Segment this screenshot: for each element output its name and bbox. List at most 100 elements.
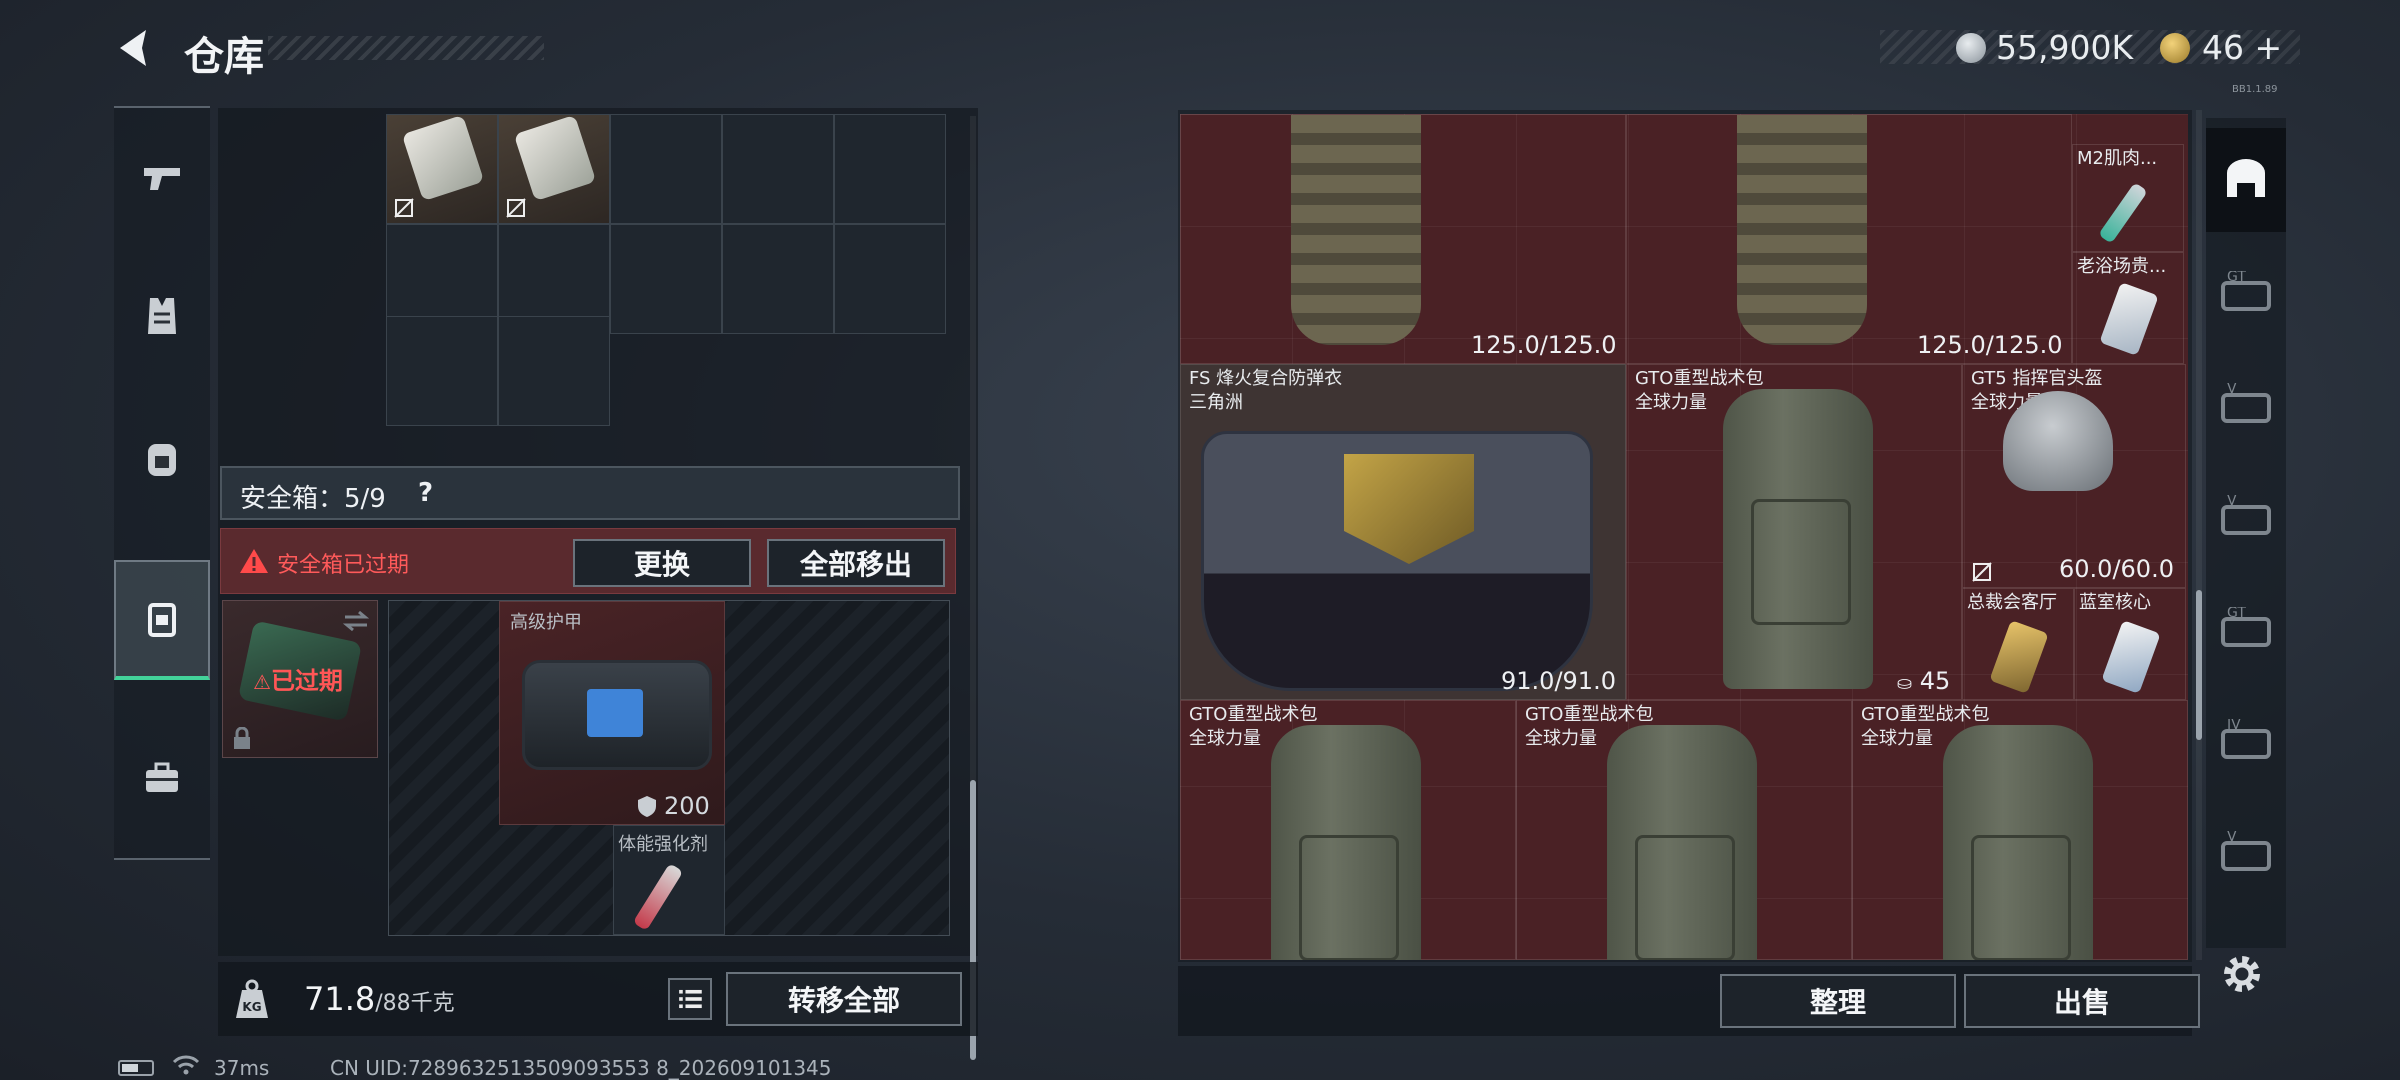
category-weapons[interactable] [114, 118, 210, 238]
stash-grid [218, 108, 968, 468]
svg-text:IV: IV [2227, 719, 2241, 733]
item-image [1989, 620, 2049, 694]
list-icon [679, 989, 702, 1009]
container-item-gt5-helmet[interactable]: GT5 指挥官头盔 全球力量 60.0/60.0 [1962, 364, 2186, 588]
container-item-fs-armor[interactable]: FS 烽火复合防弹衣 三角洲 91.0/91.0 [1180, 364, 1626, 700]
container-scrollbar-track[interactable] [2196, 110, 2202, 960]
stash-slot[interactable] [386, 316, 498, 426]
stash-slot-item[interactable] [498, 114, 610, 224]
stash-slot[interactable] [722, 224, 834, 334]
svg-text:V: V [2227, 383, 2237, 397]
tab-container-5[interactable]: IV [2206, 690, 2286, 794]
item-image [2099, 282, 2159, 356]
replace-button[interactable]: 更换 [573, 539, 751, 587]
item-sub: 全球力量 [1525, 728, 1597, 749]
item-name: GTO重型战术包 [1635, 368, 1764, 389]
stash-slot[interactable] [834, 224, 946, 334]
svg-text:GT: GT [2227, 607, 2246, 621]
premium-currency-balance[interactable]: 46 + [2202, 28, 2282, 67]
container-scrollbar-thumb[interactable] [2196, 590, 2202, 740]
svg-text:KG: KG [242, 1000, 261, 1014]
pistol-icon [144, 168, 180, 190]
stash-slot[interactable] [498, 316, 610, 426]
container-item-m2[interactable]: M2肌肉... [2072, 144, 2184, 252]
ping-latency: 37ms [214, 1056, 270, 1080]
item-image [2101, 620, 2161, 694]
container-item-card[interactable]: 总裁会客厅 [1962, 588, 2074, 700]
premium-currency-icon [2160, 33, 2190, 63]
item-image [632, 863, 684, 931]
list-view-button[interactable] [668, 978, 712, 1020]
container-item-gto-pack[interactable]: GTO重型战术包 全球力量 [1852, 700, 2188, 960]
battery-icon [118, 1060, 154, 1076]
safebox-slot[interactable]: ⚠已过期 [222, 600, 378, 758]
safebox-item-armor[interactable]: 高级护甲 200 [499, 601, 725, 825]
item-image [1723, 389, 1873, 689]
gear-icon[interactable] [2218, 950, 2266, 998]
item-durability: 60.0/60.0 [2059, 555, 2174, 583]
category-safebox[interactable] [114, 560, 210, 680]
item-image [2003, 391, 2113, 491]
stash-slot[interactable] [610, 114, 722, 224]
page-title: 仓库 [184, 34, 264, 80]
item-name: 体能强化剂 [618, 834, 708, 855]
container-item-vest[interactable]: 125.0/125.0 [1180, 114, 1626, 364]
container-item-gto-pack[interactable]: GTO重型战术包 全球力量 [1516, 700, 1852, 960]
item-name: M2肌肉... [2077, 148, 2158, 169]
tab-container-2[interactable]: V [2206, 354, 2286, 458]
alert-text: 安全箱已过期 [277, 553, 410, 578]
item-sub: 全球力量 [1861, 728, 1933, 749]
case-icon: GT [2221, 271, 2271, 311]
warning-icon [240, 549, 268, 573]
item-name: 高级护甲 [510, 612, 582, 633]
transfer-all-button[interactable]: 转移全部 [726, 972, 962, 1026]
sell-button[interactable]: 出售 [1964, 974, 2200, 1028]
safebox-item-stim[interactable]: 体能强化剂 [613, 825, 725, 935]
back-arrow-icon[interactable] [112, 26, 162, 70]
item-image [1607, 725, 1757, 960]
item-name: GTO重型战术包 [1189, 704, 1318, 725]
container-item-gto-pack[interactable]: GTO重型战术包 全球力量 ⛀ 45 [1626, 364, 1962, 700]
container-item-card[interactable]: 蓝室核心 [2074, 588, 2186, 700]
premium-currency-value: 46 [2202, 28, 2244, 67]
tab-container-1[interactable]: GT [2206, 242, 2286, 346]
item-name: GTO重型战术包 [1525, 704, 1654, 725]
tab-container-3[interactable]: V [2206, 466, 2286, 570]
tab-container-6[interactable]: V [2206, 802, 2286, 906]
item-image [2098, 182, 2148, 244]
item-durability: 200 [664, 792, 710, 820]
safebox-grid: 高级护甲 200 体能强化剂 [388, 600, 950, 936]
stash-slot[interactable] [610, 224, 722, 334]
tab-home-stash[interactable] [2206, 128, 2286, 232]
no-transfer-icon [1972, 562, 1992, 582]
category-toolbox[interactable] [114, 718, 210, 838]
item-image [1201, 431, 1593, 691]
stash-slot[interactable] [722, 114, 834, 224]
tab-container-4[interactable]: GT [2206, 578, 2286, 682]
container-item-vest[interactable]: 125.0/125.0 [1626, 114, 2072, 364]
container-tabs: GT V V GT IV V [2206, 118, 2286, 948]
add-currency-button[interactable]: + [2255, 28, 2283, 67]
container-item-keycard[interactable]: 老浴场贵... [2072, 252, 2184, 364]
item-sub: 全球力量 [1189, 728, 1261, 749]
lock-icon [234, 727, 250, 749]
remove-all-button[interactable]: 全部移出 [767, 539, 945, 587]
safebox-expired-alert: 安全箱已过期 更换 全部移出 [220, 528, 956, 594]
no-transfer-icon [506, 198, 526, 218]
sort-button[interactable]: 整理 [1720, 974, 1956, 1028]
category-backpack[interactable] [114, 398, 210, 518]
swap-icon[interactable] [341, 609, 371, 633]
case-icon: IV [2221, 719, 2271, 759]
category-armor[interactable] [114, 256, 210, 376]
item-name: GTO重型战术包 [1861, 704, 1990, 725]
stash-slot-item[interactable] [386, 114, 498, 224]
container-actions: 整理 出售 [1178, 966, 2200, 1036]
svg-text:V: V [2227, 831, 2237, 845]
case-icon: V [2221, 495, 2271, 535]
help-icon[interactable]: ? [418, 478, 433, 508]
item-sub: 三角洲 [1189, 392, 1243, 413]
shield-icon [638, 796, 656, 817]
stash-slot[interactable] [834, 114, 946, 224]
container-item-gto-pack[interactable]: GTO重型战术包 全球力量 [1180, 700, 1516, 960]
container-grid: 125.0/125.0 125.0/125.0 M2肌肉... 老浴场贵... … [1180, 114, 2188, 960]
